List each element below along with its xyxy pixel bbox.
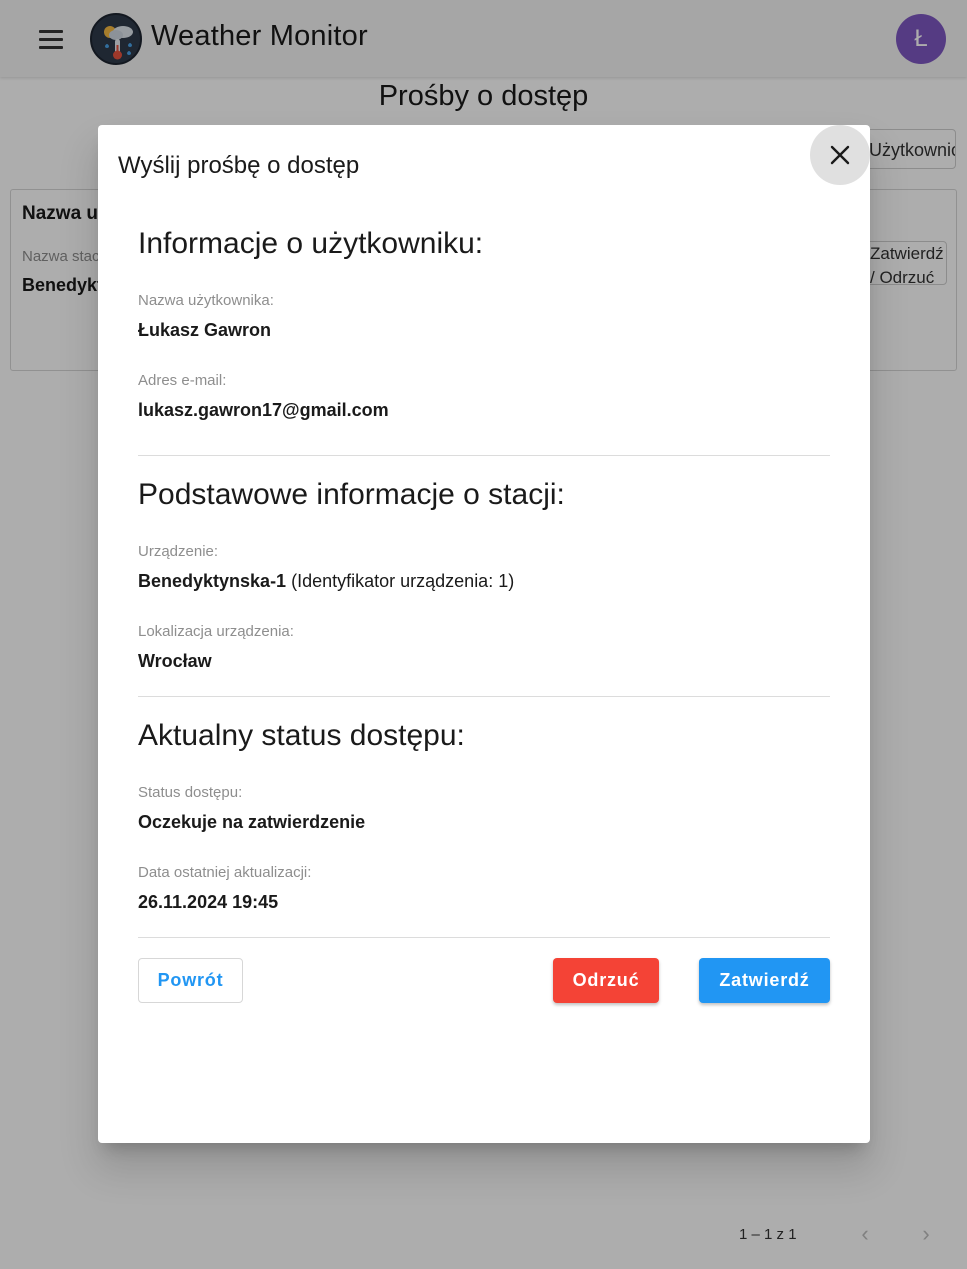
device-id-text: (Identyfikator urządzenia: 1) <box>291 571 515 591</box>
divider <box>138 937 830 938</box>
access-request-dialog: Wyślij prośbę o dostęp Informacje o użyt… <box>98 125 870 1143</box>
close-icon <box>830 145 850 165</box>
close-button[interactable] <box>810 125 870 185</box>
last-update-value: 26.11.2024 19:45 <box>138 892 279 912</box>
dialog-title: Wyślij prośbę o dostęp <box>118 152 360 179</box>
divider <box>138 696 830 697</box>
divider <box>138 455 830 456</box>
user-section-heading: Informacje o użytkowniku: <box>138 227 484 260</box>
device-label: Urządzenie: <box>138 543 219 560</box>
station-section-heading: Podstawowe informacje o stacji: <box>138 478 565 511</box>
location-value: Wrocław <box>138 651 212 671</box>
last-update-label: Data ostatniej aktualizacji: <box>138 864 312 881</box>
email-value: lukasz.gawron17@gmail.com <box>138 400 389 420</box>
location-label: Lokalizacja urządzenia: <box>138 623 294 640</box>
status-label: Status dostępu: <box>138 784 243 801</box>
username-label: Nazwa użytkownika: <box>138 292 274 309</box>
device-value: Benedyktynska-1 <box>138 571 287 591</box>
username-value: Łukasz Gawron <box>138 320 272 340</box>
status-section-heading: Aktualny status dostępu: <box>138 719 465 752</box>
email-label: Adres e-mail: <box>138 372 227 389</box>
back-button[interactable]: Powrót <box>138 958 243 1003</box>
reject-button[interactable]: Odrzuć <box>553 958 659 1003</box>
approve-button[interactable]: Zatwierdź <box>699 958 830 1003</box>
status-value: Oczekuje na zatwierdzenie <box>138 812 366 832</box>
device-value-line: Benedyktynska-1 (Identyfikator urządzeni… <box>138 571 514 592</box>
